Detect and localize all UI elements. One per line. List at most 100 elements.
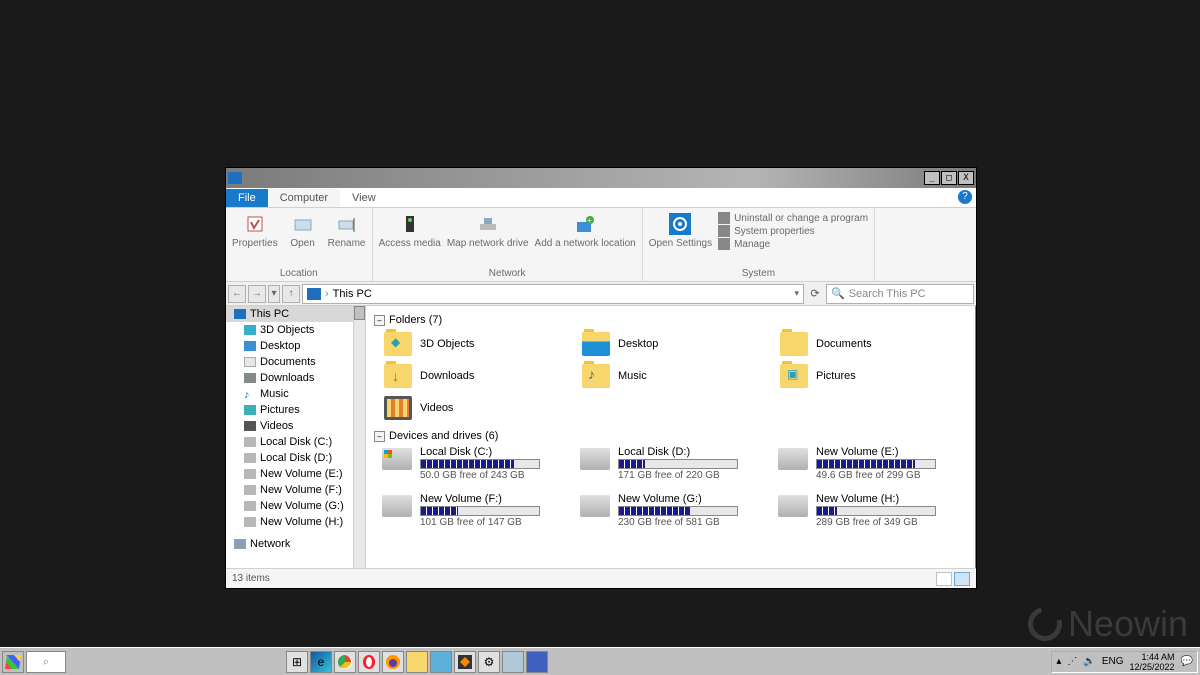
tree-item[interactable]: Videos bbox=[226, 418, 365, 434]
capacity-bar bbox=[618, 459, 738, 469]
tree-item[interactable]: This PC bbox=[226, 306, 365, 322]
ribbon-group-network: Access media Map network drive +Add a ne… bbox=[373, 208, 643, 281]
forward-button[interactable]: → bbox=[248, 285, 266, 303]
map-drive-button[interactable]: Map network drive bbox=[447, 212, 529, 266]
neowin-logo-icon bbox=[1022, 601, 1068, 647]
taskbar-search[interactable]: ⌕ bbox=[26, 651, 66, 673]
open-settings-button[interactable]: Open Settings bbox=[649, 212, 712, 266]
tree-label: New Volume (G:) bbox=[260, 500, 344, 512]
clock[interactable]: 1:44 AM 12/25/2022 bbox=[1130, 652, 1175, 672]
app-icon-2[interactable] bbox=[502, 651, 524, 673]
drive-item[interactable]: Local Disk (D:)171 GB free of 220 GB bbox=[580, 446, 770, 481]
add-location-button[interactable]: +Add a network location bbox=[535, 212, 636, 266]
folder-item[interactable]: 3D Objects bbox=[382, 330, 572, 358]
uninstall-button[interactable]: Uninstall or change a program bbox=[718, 212, 868, 224]
titlebar[interactable]: _ □ X bbox=[226, 168, 976, 188]
folder-item[interactable]: Pictures bbox=[778, 362, 968, 390]
address-input[interactable]: › This PC ▾ bbox=[302, 284, 804, 304]
system-properties-button[interactable]: System properties bbox=[718, 225, 868, 237]
scrollbar[interactable] bbox=[353, 306, 365, 568]
tiles-view-button[interactable] bbox=[954, 572, 970, 586]
folder-item[interactable]: Desktop bbox=[580, 330, 770, 358]
tree-item[interactable]: New Volume (E:) bbox=[226, 466, 365, 482]
network-icon[interactable]: ⋰ bbox=[1067, 656, 1077, 667]
app-icon-1[interactable] bbox=[454, 651, 476, 673]
recent-button[interactable]: ▾ bbox=[268, 285, 280, 303]
refresh-button[interactable]: ⟳ bbox=[806, 285, 824, 303]
mail-icon[interactable] bbox=[430, 651, 452, 673]
opera-icon[interactable] bbox=[358, 651, 380, 673]
system-tray[interactable]: ▴ ⋰ 🔊 ENG 1:44 AM 12/25/2022 💬 bbox=[1051, 651, 1198, 673]
folder-item[interactable]: Videos bbox=[382, 394, 572, 422]
tree-label: New Volume (E:) bbox=[260, 468, 343, 480]
tab-file[interactable]: File bbox=[226, 189, 268, 207]
search-icon: 🔍 bbox=[831, 287, 845, 300]
status-bar: 13 items bbox=[226, 568, 976, 588]
manage-button[interactable]: Manage bbox=[718, 238, 868, 250]
volume-icon[interactable]: 🔊 bbox=[1083, 656, 1095, 667]
tree-item[interactable]: New Volume (F:) bbox=[226, 482, 365, 498]
drive-item[interactable]: New Volume (G:)230 GB free of 581 GB bbox=[580, 493, 770, 528]
rename-button[interactable]: Rename bbox=[328, 212, 366, 266]
tree-item[interactable]: Local Disk (C:) bbox=[226, 434, 365, 450]
drive-item[interactable]: New Volume (H:)289 GB free of 349 GB bbox=[778, 493, 968, 528]
vid-icon bbox=[244, 421, 256, 431]
tree-item[interactable]: Network bbox=[226, 536, 365, 552]
drive-icon bbox=[580, 448, 610, 470]
tree-item[interactable]: ♪Music bbox=[226, 386, 365, 402]
settings-icon[interactable]: ⚙ bbox=[478, 651, 500, 673]
item-count: 13 items bbox=[232, 573, 270, 584]
tree-item[interactable]: Downloads bbox=[226, 370, 365, 386]
notifications-icon[interactable]: 💬 bbox=[1181, 656, 1193, 667]
folder-item[interactable]: Documents bbox=[778, 330, 968, 358]
back-button[interactable]: ← bbox=[228, 285, 246, 303]
folder-item[interactable]: Music bbox=[580, 362, 770, 390]
tree-item[interactable]: Pictures bbox=[226, 402, 365, 418]
ribbon-group-system: Open Settings Uninstall or change a prog… bbox=[643, 208, 875, 281]
tree-item[interactable]: New Volume (G:) bbox=[226, 498, 365, 514]
open-button[interactable]: Open bbox=[284, 212, 322, 266]
collapse-icon[interactable]: – bbox=[374, 431, 385, 442]
drive-item[interactable]: Local Disk (C:)50.0 GB free of 243 GB bbox=[382, 446, 572, 481]
tray-expand-icon[interactable]: ▴ bbox=[1056, 656, 1061, 667]
access-media-button[interactable]: Access media bbox=[379, 212, 441, 266]
tree-item[interactable]: New Volume (H:) bbox=[226, 514, 365, 530]
tree-item[interactable]: Documents bbox=[226, 354, 365, 370]
tree-label: Videos bbox=[260, 420, 293, 432]
drive-item[interactable]: New Volume (E:)49.6 GB free of 299 GB bbox=[778, 446, 968, 481]
drives-group-header[interactable]: – Devices and drives (6) bbox=[374, 430, 968, 442]
drive-item[interactable]: New Volume (F:)101 GB free of 147 GB bbox=[382, 493, 572, 528]
folders-group-header[interactable]: – Folders (7) bbox=[374, 314, 968, 326]
drive-free-text: 101 GB free of 147 GB bbox=[420, 517, 572, 528]
drive-label: Local Disk (C:) bbox=[420, 446, 572, 458]
content-pane[interactable]: – Folders (7) 3D Objects Desktop Documents… bbox=[366, 306, 976, 568]
drive-icon bbox=[778, 495, 808, 517]
tree-label: 3D Objects bbox=[260, 324, 314, 336]
tree-item[interactable]: Local Disk (D:) bbox=[226, 450, 365, 466]
task-view-icon[interactable]: ⊞ bbox=[286, 651, 308, 673]
tree-item[interactable]: 3D Objects bbox=[226, 322, 365, 338]
search-input[interactable]: 🔍 Search This PC bbox=[826, 284, 974, 304]
navigation-tree[interactable]: This PC 3D Objects DesktopDocumentsDownloa… bbox=[226, 306, 366, 568]
tree-item[interactable]: Desktop bbox=[226, 338, 365, 354]
help-icon[interactable]: ? bbox=[958, 190, 972, 204]
disk-icon bbox=[244, 453, 256, 463]
collapse-icon[interactable]: – bbox=[374, 315, 385, 326]
tab-view[interactable]: View bbox=[340, 189, 388, 207]
explorer-icon[interactable] bbox=[406, 651, 428, 673]
tab-computer[interactable]: Computer bbox=[268, 189, 340, 207]
app-icon-3[interactable] bbox=[526, 651, 548, 673]
maximize-button[interactable]: □ bbox=[941, 171, 957, 185]
firefox-icon[interactable] bbox=[382, 651, 404, 673]
folder-item[interactable]: Downloads bbox=[382, 362, 572, 390]
close-button[interactable]: X bbox=[958, 171, 974, 185]
properties-button[interactable]: Properties bbox=[232, 212, 278, 266]
folder-label: Music bbox=[618, 370, 647, 382]
minimize-button[interactable]: _ bbox=[924, 171, 940, 185]
details-view-button[interactable] bbox=[936, 572, 952, 586]
language-indicator[interactable]: ENG bbox=[1102, 656, 1124, 667]
chrome-icon[interactable] bbox=[334, 651, 356, 673]
start-button[interactable] bbox=[2, 651, 24, 673]
up-button[interactable]: ↑ bbox=[282, 285, 300, 303]
edge-icon[interactable]: e bbox=[310, 651, 332, 673]
